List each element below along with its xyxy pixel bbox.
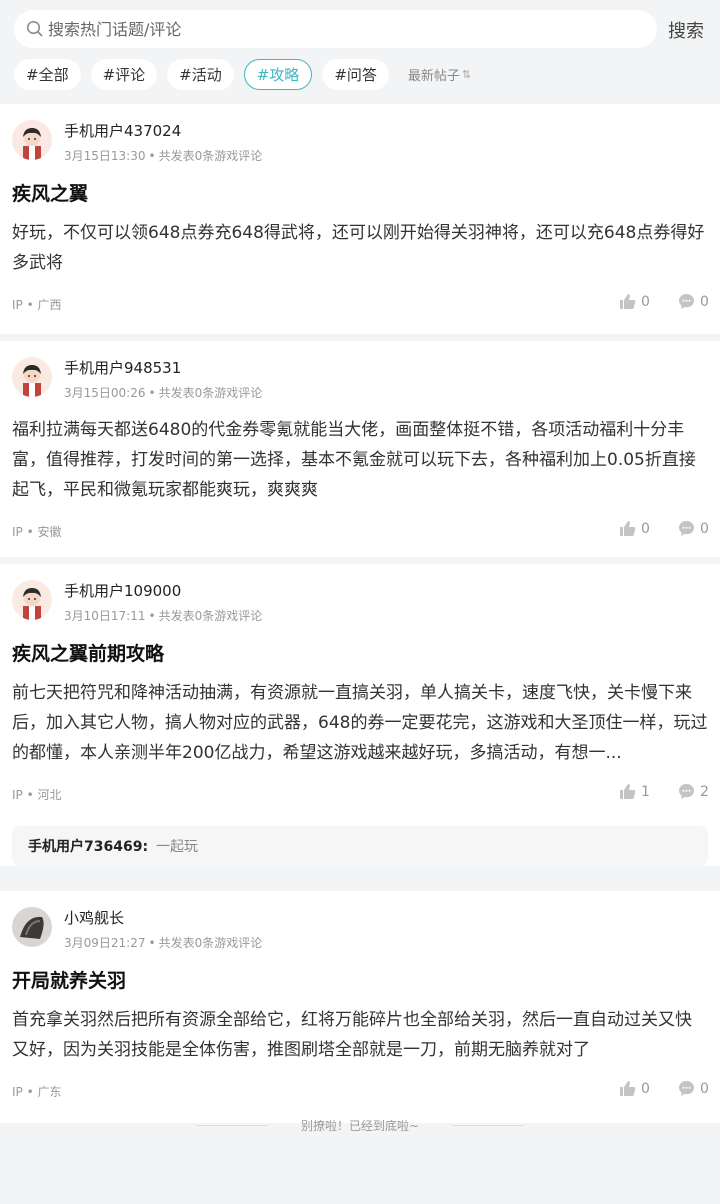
comment-icon — [679, 294, 694, 309]
thumbs-up-icon — [620, 521, 636, 536]
post-content: 前七天把符咒和降神活动抽满，有资源就一直搞关羽，单人搞关卡，速度飞快，关卡慢下来… — [12, 683, 708, 763]
post-content: 好玩，不仅可以领648点券充648得武将，还可以刚开始得关羽神将，还可以充648… — [12, 223, 705, 273]
tab-guides[interactable]: #攻略 — [243, 59, 313, 90]
post-card[interactable]: 手机用户109000 3月10日17:11 • 共发表0条游戏评论 疾风之翼前期攻略… — [0, 564, 720, 866]
avatar[interactable] — [12, 357, 52, 397]
like-button[interactable]: 0 — [619, 1080, 650, 1097]
username[interactable]: 手机用户437024 — [64, 120, 181, 141]
post-meta: 3月10日17:11 • 共发表0条游戏评论 — [64, 609, 263, 623]
end-text: 别撩啦！已经到底啦~ — [300, 1118, 420, 1133]
comment-icon — [679, 1081, 694, 1096]
tab-events[interactable]: #活动 — [167, 59, 234, 90]
comment-button[interactable]: 0 — [678, 293, 709, 310]
comment-button[interactable]: 0 — [678, 520, 709, 537]
thumbs-up-icon — [620, 1081, 636, 1096]
thumbs-up-icon — [620, 294, 636, 309]
ip-location: IP • 广东 — [12, 1085, 62, 1099]
username[interactable]: 手机用户109000 — [64, 580, 181, 601]
thumbs-up-icon — [620, 784, 636, 799]
post-card[interactable]: 手机用户437024 3月15日13:30 • 共发表0条游戏评论 疾风之翼 好玩，… — [0, 104, 720, 334]
post-title: 疾风之翼前期攻略 — [12, 643, 165, 665]
sort-dropdown[interactable]: 最新帖子 ⇅ — [408, 65, 471, 84]
end-of-list: 别撩啦！已经到底啦~ — [0, 1116, 720, 1134]
post-card[interactable]: 手机用户948531 3月15日00:26 • 共发表0条游戏评论 福利拉满每天都送… — [0, 341, 720, 557]
post-meta: 3月09日21:27 • 共发表0条游戏评论 — [64, 936, 263, 950]
post-title: 开局就养关羽 — [12, 970, 127, 992]
username[interactable]: 小鸡舰长 — [64, 907, 124, 928]
reply-preview[interactable]: 手机用户736469: 一起玩 — [12, 826, 708, 866]
ip-location: IP • 广西 — [12, 298, 62, 312]
post-meta: 3月15日13:30 • 共发表0条游戏评论 — [64, 149, 263, 163]
search-icon — [26, 20, 43, 37]
avatar[interactable] — [12, 580, 52, 620]
comment-icon — [679, 521, 694, 536]
comment-button[interactable]: 2 — [678, 783, 709, 800]
sort-arrows-icon: ⇅ — [461, 68, 472, 81]
sort-label: 最新帖子 — [407, 69, 460, 84]
tag-tabs: #全部 #评论 #活动 #攻略 #问答 最新帖子 ⇅ — [14, 59, 471, 90]
comment-icon — [679, 784, 694, 799]
comment-button[interactable]: 0 — [678, 1080, 709, 1097]
like-button[interactable]: 0 — [619, 520, 650, 537]
divider — [196, 1124, 267, 1126]
avatar[interactable] — [12, 907, 52, 947]
search-box[interactable] — [14, 10, 657, 48]
search-input[interactable] — [48, 19, 628, 39]
top-bar: 搜索 #全部 #评论 #活动 #攻略 #问答 最新帖子 ⇅ — [0, 0, 720, 104]
ip-location: IP • 河北 — [12, 788, 62, 802]
like-button[interactable]: 1 — [619, 783, 650, 800]
post-content: 首充拿关羽然后把所有资源全部给它，红将万能碎片也全部给关羽，然后一直自动过关又快… — [12, 1010, 692, 1060]
like-button[interactable]: 0 — [619, 293, 650, 310]
avatar[interactable] — [12, 120, 52, 160]
search-button[interactable]: 搜索 — [668, 17, 704, 43]
divider — [453, 1124, 524, 1126]
post-meta: 3月15日00:26 • 共发表0条游戏评论 — [64, 386, 263, 400]
tab-qa[interactable]: #问答 — [322, 59, 389, 90]
username[interactable]: 手机用户948531 — [64, 357, 181, 378]
ip-location: IP • 安徽 — [12, 525, 62, 539]
post-card[interactable]: 小鸡舰长 3月09日21:27 • 共发表0条游戏评论 开局就养关羽 首充拿关羽然后… — [0, 891, 720, 1123]
tab-all[interactable]: #全部 — [14, 59, 81, 90]
reply-text: 一起玩 — [156, 839, 199, 855]
post-content: 福利拉满每天都送6480的代金券零氪就能当大佬，画面整体挺不错，各项活动福利十分… — [12, 420, 696, 500]
tab-reviews[interactable]: #评论 — [90, 59, 158, 90]
post-title: 疾风之翼 — [12, 183, 89, 205]
reply-username: 手机用户736469: — [28, 839, 149, 855]
